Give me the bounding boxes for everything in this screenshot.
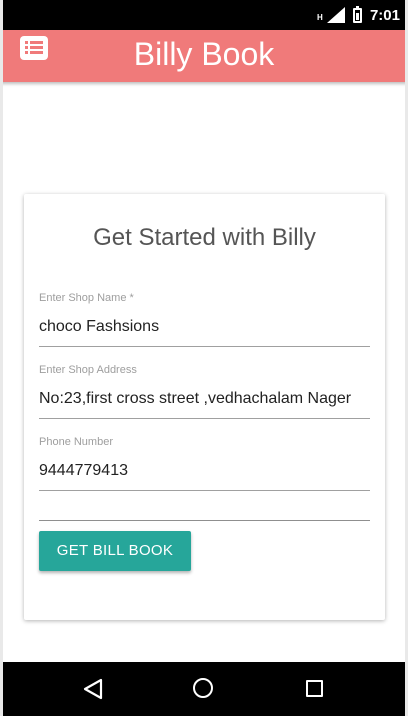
shop-name-underline	[39, 346, 370, 347]
signal-icon: H	[317, 7, 345, 23]
left-edge	[0, 0, 3, 716]
phone-number-input[interactable]: 9444779413	[39, 462, 370, 484]
network-type: H	[316, 13, 323, 22]
shop-address-input[interactable]: No:23,first cross street ,vedhachalam Na…	[39, 390, 370, 412]
shop-address-underline	[39, 418, 370, 419]
recents-icon[interactable]	[306, 680, 323, 697]
back-icon[interactable]	[83, 678, 103, 705]
status-bar: H 7:01	[0, 0, 408, 30]
phone-number-label: Phone Number	[39, 436, 113, 448]
app-bar: Billy Book	[0, 30, 408, 82]
app-title: Billy Book	[133, 36, 275, 72]
get-bill-book-button[interactable]: GET BILL BOOK	[39, 531, 191, 571]
shop-name-input[interactable]: choco Fashsions	[39, 318, 370, 340]
phone-number-underline	[39, 490, 370, 491]
navigation-bar	[0, 662, 408, 716]
shop-name-label: Enter Shop Name *	[39, 292, 134, 304]
battery-icon	[352, 5, 362, 23]
shop-address-field[interactable]: Enter Shop Address No:23,first cross str…	[39, 364, 370, 419]
home-icon[interactable]	[193, 678, 213, 698]
shop-address-label: Enter Shop Address	[39, 364, 137, 376]
get-started-card: Get Started with Billy Enter Shop Name *…	[24, 194, 385, 620]
empty-input-line[interactable]	[39, 520, 370, 521]
shop-name-field[interactable]: Enter Shop Name * choco Fashsions	[39, 292, 370, 347]
status-clock: 7:01	[369, 6, 400, 24]
phone-number-field[interactable]: Phone Number 9444779413	[39, 436, 370, 491]
card-title: Get Started with Billy	[93, 224, 316, 251]
